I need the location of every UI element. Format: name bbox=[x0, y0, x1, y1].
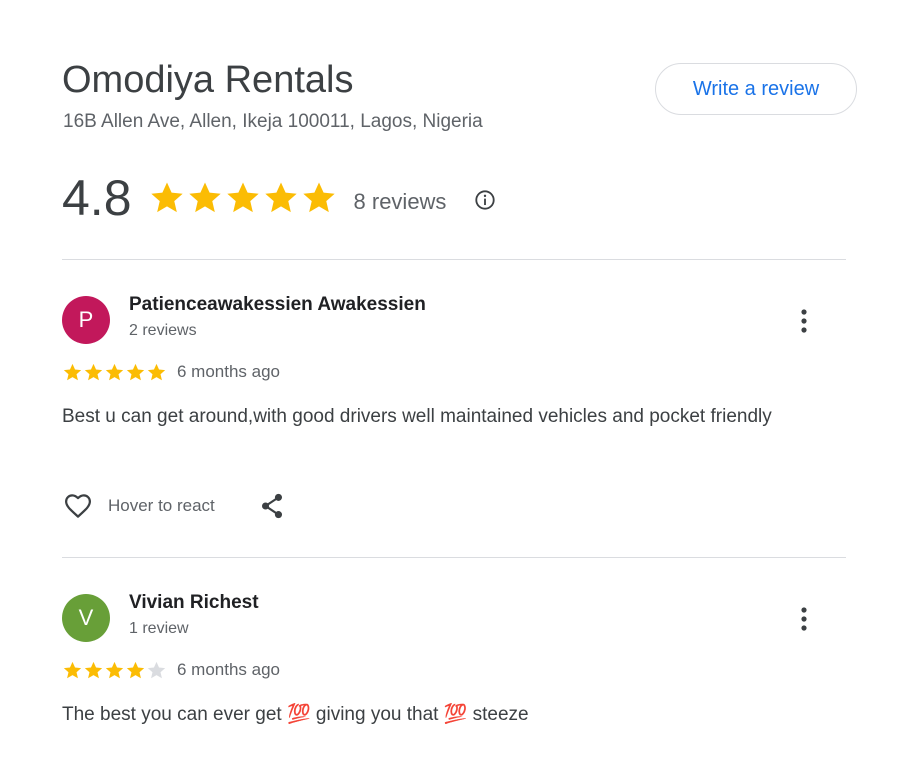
average-rating-stars bbox=[148, 179, 338, 217]
avatar-initial: V bbox=[78, 605, 94, 630]
more-options-button[interactable] bbox=[790, 603, 818, 635]
review-author[interactable]: Vivian Richest bbox=[129, 592, 259, 614]
review-actions: Hover to react bbox=[62, 488, 285, 524]
star-icon bbox=[264, 182, 297, 213]
average-rating: 4.8 bbox=[62, 170, 132, 226]
react-button[interactable]: Hover to react bbox=[62, 491, 215, 521]
star-icon bbox=[126, 661, 145, 678]
review-time: 6 months ago bbox=[177, 362, 281, 381]
more-options-button[interactable] bbox=[790, 305, 818, 337]
review-rating-row: 6 months ago bbox=[62, 360, 280, 384]
rating-summary: 4.8 8 reviews bbox=[62, 168, 446, 228]
star-icon bbox=[302, 182, 335, 213]
heart-icon bbox=[65, 494, 91, 518]
star-icon bbox=[63, 363, 82, 380]
avatar-initial: P bbox=[78, 307, 94, 332]
avatar[interactable]: P bbox=[62, 296, 110, 344]
star-icon bbox=[126, 363, 145, 380]
review-time: 6 months ago bbox=[177, 660, 281, 679]
review-text: The best you can ever get 💯 giving you t… bbox=[62, 704, 529, 725]
write-review-button[interactable]: Write a review bbox=[655, 63, 857, 115]
star-icon bbox=[226, 182, 259, 213]
review-stars bbox=[62, 362, 167, 383]
review-stars bbox=[62, 660, 167, 681]
review-text: Best u can get around,with good drivers … bbox=[62, 406, 772, 427]
star-icon bbox=[188, 182, 221, 213]
business-address: 16B Allen Ave, Allen, Ikeja 100011, Lago… bbox=[63, 111, 483, 132]
author-review-count: 2 reviews bbox=[129, 322, 197, 339]
info-icon[interactable] bbox=[474, 189, 496, 211]
star-icon bbox=[105, 661, 124, 678]
share-button[interactable] bbox=[259, 492, 285, 520]
star-icon bbox=[63, 661, 82, 678]
more-vert-icon bbox=[801, 309, 807, 333]
star-icon bbox=[150, 182, 183, 213]
review-author[interactable]: Patienceawakessien Awakessien bbox=[129, 294, 426, 316]
reviews-count[interactable]: 8 reviews bbox=[354, 189, 447, 215]
review-rating-row: 6 months ago bbox=[62, 658, 280, 682]
star-icon bbox=[147, 363, 166, 380]
star-icon bbox=[84, 661, 103, 678]
divider bbox=[62, 557, 846, 558]
author-review-count: 1 review bbox=[129, 620, 189, 637]
star-icon bbox=[147, 661, 166, 678]
avatar[interactable]: V bbox=[62, 594, 110, 642]
react-label: Hover to react bbox=[108, 496, 215, 515]
share-icon bbox=[261, 493, 282, 519]
business-name: Omodiya Rentals bbox=[62, 59, 354, 101]
star-icon bbox=[84, 363, 103, 380]
more-vert-icon bbox=[801, 607, 807, 631]
star-icon bbox=[105, 363, 124, 380]
divider bbox=[62, 259, 846, 260]
